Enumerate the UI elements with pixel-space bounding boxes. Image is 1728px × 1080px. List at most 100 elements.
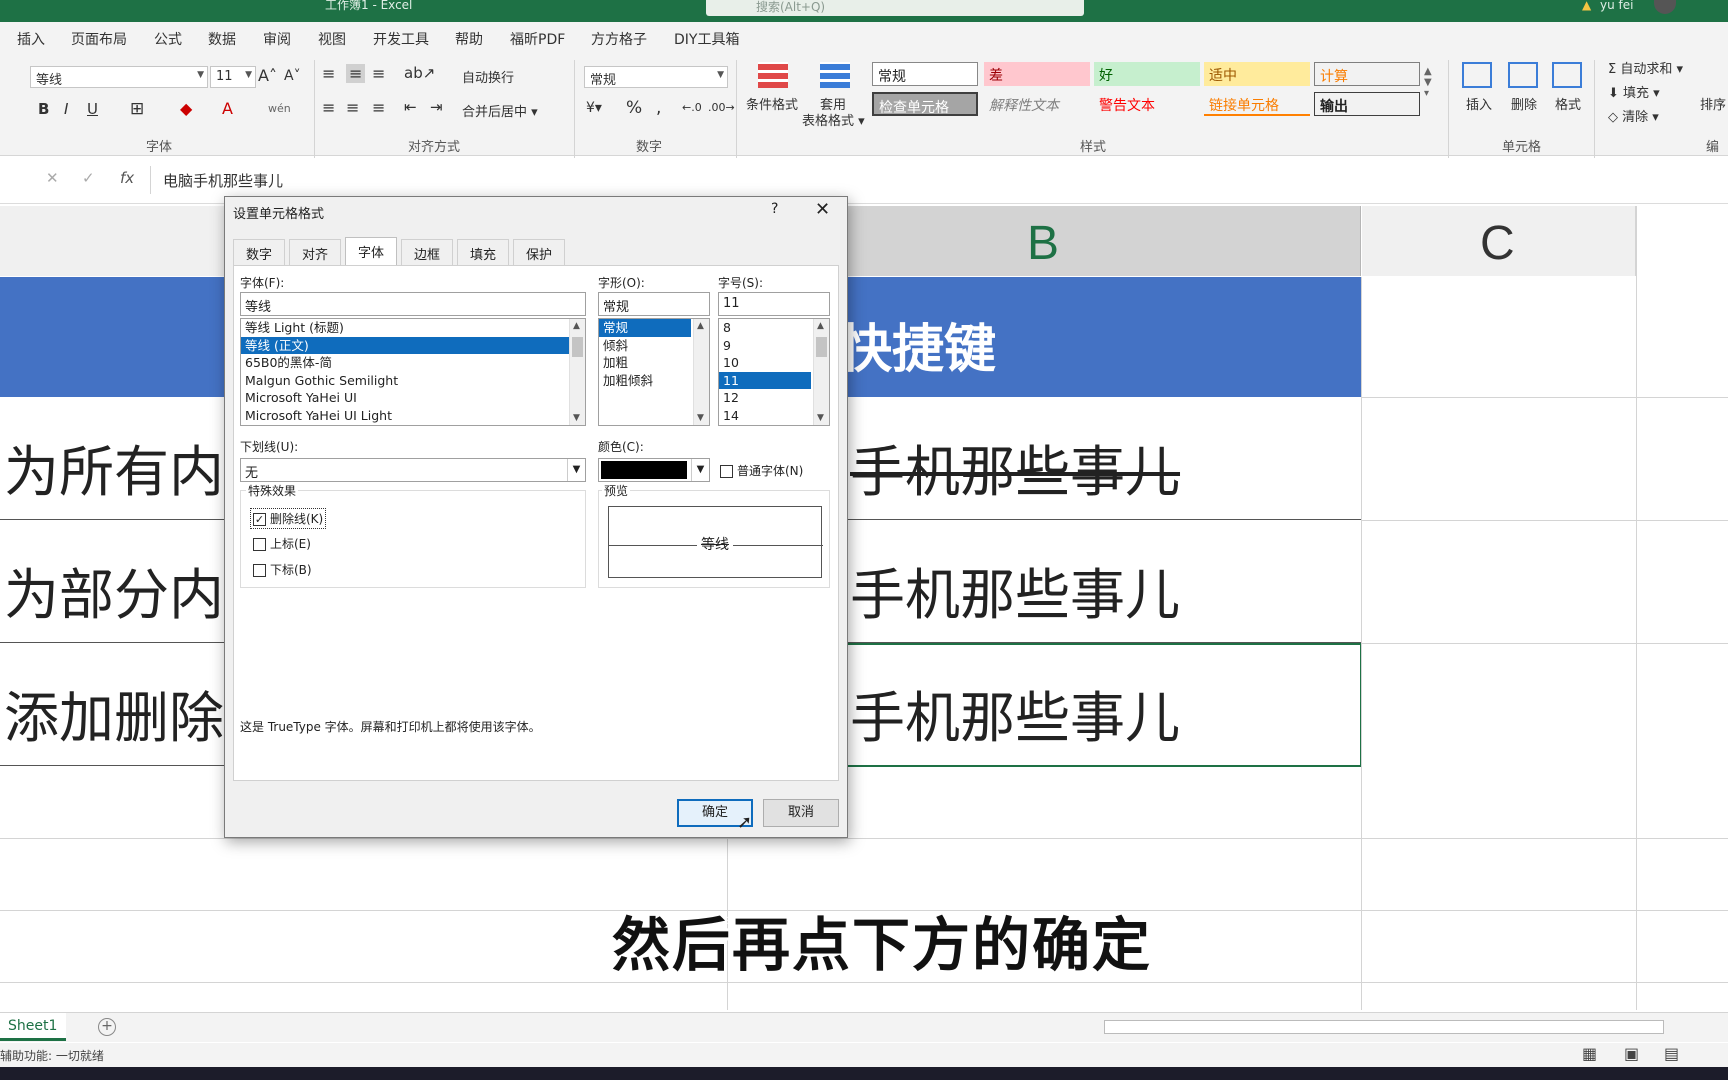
border-icon[interactable]: ⊞	[130, 99, 144, 119]
scrollbar[interactable]: ▲ ▼	[813, 319, 829, 425]
strikethrough-checkbox[interactable]: ✓ 删除线(K)	[250, 508, 327, 529]
tab-alignment[interactable]: 对齐	[289, 239, 342, 265]
align-bottom-icon[interactable]: ≡	[372, 64, 385, 83]
style-bad[interactable]: 差	[984, 62, 1090, 86]
search-box[interactable]: 搜索(Alt+Q)	[706, 0, 1084, 16]
menu-diy-toolbox[interactable]: DIY工具箱	[674, 29, 739, 49]
style-good[interactable]: 好	[1094, 62, 1200, 86]
menu-review[interactable]: 审阅	[263, 29, 291, 49]
menu-insert[interactable]: 插入	[17, 29, 45, 49]
align-left-icon[interactable]: ≡	[322, 98, 335, 117]
list-item-selected[interactable]: 11	[719, 371, 811, 389]
formula-input[interactable]	[150, 166, 1728, 194]
underline-icon[interactable]: U	[87, 100, 98, 118]
align-center-icon[interactable]: ≡	[346, 98, 359, 117]
sort-label[interactable]: 排序	[1700, 94, 1726, 113]
size-input[interactable]: 11	[718, 292, 830, 316]
close-icon[interactable]: ✕	[815, 199, 830, 220]
superscript-checkbox[interactable]: 上标(E)	[253, 535, 311, 552]
tab-font[interactable]: 字体	[345, 237, 398, 266]
checkbox-icon[interactable]	[253, 564, 266, 577]
checkbox-checked-icon[interactable]: ✓	[253, 513, 266, 526]
menu-data[interactable]: 数据	[208, 29, 236, 49]
chevron-down-icon[interactable]: ▼	[567, 459, 585, 481]
format-cells-icon[interactable]	[1552, 62, 1582, 88]
delete-cells-label[interactable]: 删除	[1511, 94, 1537, 113]
style-neutral[interactable]: 适中	[1204, 62, 1310, 86]
color-select[interactable]: ▼	[598, 458, 710, 482]
fill-button[interactable]: ⬇ 填充 ▾	[1608, 82, 1660, 101]
tab-border[interactable]: 边框	[401, 239, 454, 265]
indent-increase-icon[interactable]: ⇥	[430, 98, 443, 116]
scroll-up-icon[interactable]: ▲	[573, 321, 580, 331]
checkbox-icon[interactable]	[253, 538, 266, 551]
font-input[interactable]: 等线	[240, 292, 586, 316]
normal-font-checkbox[interactable]: 普通字体(N)	[720, 462, 803, 479]
increase-decimal-icon[interactable]: ←.0	[682, 101, 702, 114]
shrink-font-icon[interactable]: A˅	[284, 68, 301, 84]
font-color-icon[interactable]: A	[222, 99, 233, 118]
orientation-icon[interactable]: ab↗	[404, 64, 435, 82]
enter-icon[interactable]: ✓	[82, 169, 95, 187]
conditional-format-label[interactable]: 条件格式	[746, 94, 798, 113]
style-link[interactable]: 链接单元格	[1204, 92, 1310, 116]
avatar[interactable]	[1654, 0, 1676, 14]
list-item-selected[interactable]: 等线 (正文)	[241, 336, 585, 354]
cancel-icon[interactable]: ✕	[46, 169, 59, 187]
sheet-tab[interactable]: Sheet1	[0, 1013, 66, 1041]
menu-foxit-pdf[interactable]: 福昕PDF	[510, 29, 565, 49]
list-item-selected[interactable]: 常规	[599, 319, 691, 337]
horizontal-scrollbar[interactable]	[1104, 1020, 1664, 1034]
list-item[interactable]: 65B0的黑体-简	[241, 354, 585, 372]
insert-cells-label[interactable]: 插入	[1466, 94, 1492, 113]
align-middle-icon[interactable]: ≡	[346, 64, 366, 83]
align-top-icon[interactable]: ≡	[322, 64, 335, 83]
bold-icon[interactable]: B	[38, 100, 49, 118]
scroll-thumb[interactable]	[572, 337, 583, 357]
decrease-decimal-icon[interactable]: .00→	[708, 101, 735, 114]
style-warn[interactable]: 警告文本	[1094, 92, 1200, 116]
size-list[interactable]: 8 9 10 11 12 14 ▲ ▼	[718, 318, 830, 426]
list-item[interactable]: Microsoft YaHei UI	[241, 389, 585, 407]
underline-select[interactable]: 无 ▼	[240, 458, 586, 482]
scroll-up-icon[interactable]: ▲	[817, 321, 824, 331]
indent-decrease-icon[interactable]: ⇤	[404, 98, 417, 116]
phonetic-icon[interactable]: wén	[268, 102, 291, 115]
style-input[interactable]: 常规	[598, 292, 710, 316]
tab-number[interactable]: 数字	[233, 239, 286, 265]
format-cells-label[interactable]: 格式	[1555, 94, 1581, 113]
grow-font-icon[interactable]: A˄	[258, 66, 277, 85]
scroll-up-icon[interactable]: ▲	[697, 321, 704, 331]
table-format-icon[interactable]	[820, 62, 850, 88]
comma-icon[interactable]: ,	[656, 98, 661, 118]
tab-protection[interactable]: 保护	[513, 239, 566, 265]
delete-cells-icon[interactable]	[1508, 62, 1538, 88]
menu-help[interactable]: 帮助	[455, 29, 483, 49]
style-check[interactable]: 检查单元格	[872, 92, 978, 116]
user-name[interactable]: yu fei	[1600, 0, 1633, 12]
style-calc[interactable]: 计算	[1314, 62, 1420, 86]
autosum-button[interactable]: Σ 自动求和 ▾	[1608, 58, 1683, 77]
wrap-text-button[interactable]: 自动换行	[462, 67, 514, 86]
tab-fill[interactable]: 填充	[457, 239, 510, 265]
style-normal[interactable]: 常规	[872, 62, 978, 86]
conditional-format-icon[interactable]	[758, 62, 788, 88]
font-list[interactable]: 等线 Light (标题) 等线 (正文) 65B0的黑体-简 Malgun G…	[240, 318, 586, 426]
checkbox-icon[interactable]	[720, 465, 733, 478]
style-list[interactable]: 常规 倾斜 加粗 加粗倾斜 ▲ ▼	[598, 318, 710, 426]
insert-cells-icon[interactable]	[1462, 62, 1492, 88]
column-header-c[interactable]: C	[1362, 206, 1636, 276]
style-explain[interactable]: 解释性文本	[984, 92, 1090, 116]
menu-view[interactable]: 视图	[318, 29, 346, 49]
merge-center-button[interactable]: 合并后居中 ▾	[462, 101, 538, 120]
chevron-down-icon[interactable]: ▼	[691, 459, 709, 481]
scrollbar[interactable]: ▲ ▼	[693, 319, 709, 425]
menu-formulas[interactable]: 公式	[154, 29, 182, 49]
menu-fangfang[interactable]: 方方格子	[591, 29, 647, 49]
menu-page-layout[interactable]: 页面布局	[71, 29, 127, 49]
page-break-icon[interactable]: ▤	[1664, 1044, 1679, 1063]
scroll-down-icon[interactable]: ▼	[573, 413, 580, 423]
scroll-down-icon[interactable]: ▼	[817, 413, 824, 423]
italic-icon[interactable]: I	[64, 100, 68, 118]
font-name-combo[interactable]: 等线 ▼	[30, 66, 208, 88]
